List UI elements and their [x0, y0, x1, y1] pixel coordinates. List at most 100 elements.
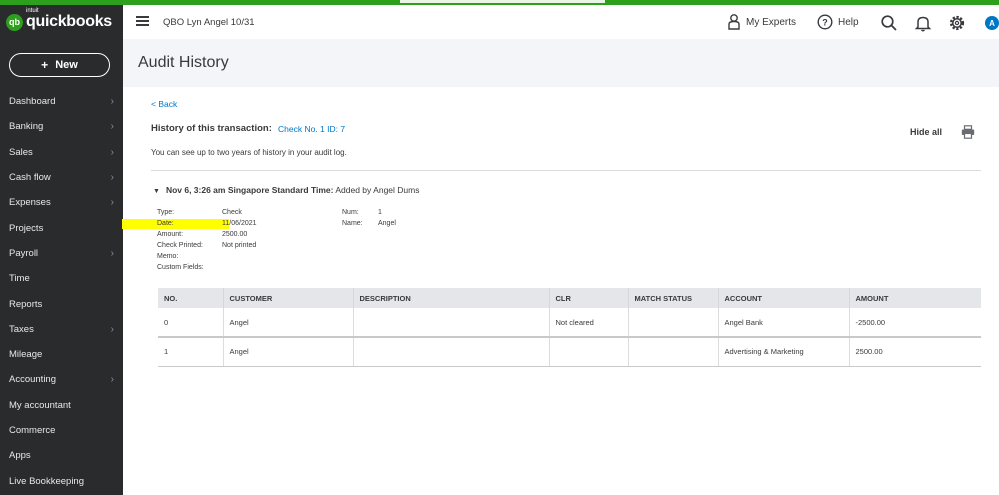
detail-value: Not printed [222, 242, 257, 249]
detail-value: 11/06/2021 [222, 220, 257, 227]
new-button[interactable]: + New [9, 53, 110, 77]
print-icon[interactable] [961, 125, 975, 139]
table-cell: Angel [222, 337, 353, 367]
sidebar-item-time[interactable]: Time [0, 266, 123, 291]
sidebar-item-banking[interactable]: Banking › [0, 114, 123, 139]
sidebar-item-label: Banking [9, 121, 44, 133]
sidebar-item-label: Dashboard [9, 96, 56, 108]
sidebar: qb intuit quickbooks + New Dashboard › Bank… [0, 5, 123, 495]
caret-down-icon: ▼ [153, 188, 160, 195]
column-header: CLR [548, 288, 628, 308]
sidebar-item-label: Expenses [9, 197, 51, 209]
sidebar-item-mileage[interactable]: Mileage [0, 342, 123, 367]
table-cell: Not cleared [548, 308, 628, 338]
table-cell [352, 308, 549, 338]
table-cell [627, 308, 718, 338]
experts-icon [728, 14, 740, 30]
table-cell: 1 [158, 337, 223, 367]
plus-icon: + [41, 58, 49, 72]
history-entry-toggle[interactable]: ▼ Nov 6, 3:26 am Singapore Standard Time:… [153, 185, 419, 195]
help-icon: ? [817, 14, 833, 30]
detail-label: Type: [157, 209, 175, 216]
column-header: CUSTOMER [222, 288, 353, 308]
sidebar-item-live-bookkeeping[interactable]: Live Bookkeeping [0, 468, 123, 493]
sidebar-item-payroll[interactable]: Payroll › [0, 241, 123, 266]
detail-label: Num: [342, 209, 359, 216]
sidebar-item-projects[interactable]: Projects [0, 215, 123, 240]
qb-logo-icon: qb [6, 13, 23, 31]
column-header: MATCH STATUS [627, 288, 718, 308]
sidebar-item-expenses[interactable]: Expenses › [0, 190, 123, 215]
entry-timestamp: Nov 6, 3:26 am Singapore Standard Time: [165, 185, 334, 195]
sidebar-item-apps[interactable]: Apps [0, 443, 123, 468]
detail-value: Angel [378, 220, 396, 227]
table-cell: -2500.00 [848, 308, 981, 338]
sidebar-item-reports[interactable]: Reports [0, 291, 123, 316]
page-title: Audit History [138, 54, 229, 71]
sidebar-item-taxes[interactable]: Taxes › [0, 317, 123, 342]
table-cell: 2500.00 [848, 337, 981, 367]
logo-text: intuit quickbooks [26, 8, 112, 31]
help-button[interactable]: ? Help [817, 14, 859, 30]
hide-all-link[interactable]: Hide all [910, 127, 942, 137]
chevron-right-icon: › [110, 172, 114, 184]
back-link[interactable]: < Back [151, 99, 177, 109]
sidebar-item-label: Time [9, 273, 30, 285]
chevron-right-icon: › [110, 247, 114, 259]
table-row: 1 Angel Advertising & Marketing 2500.00 [158, 337, 981, 367]
table-cell: 0 [158, 308, 223, 338]
sidebar-item-label: Taxes [9, 323, 34, 335]
sidebar-item-label: Mileage [9, 349, 43, 361]
sidebar-item-accounting[interactable]: Accounting › [0, 367, 123, 392]
sidebar-item-label: Accounting [9, 374, 57, 386]
chevron-right-icon: › [110, 146, 114, 158]
bell-icon[interactable] [914, 14, 932, 32]
detail-value: 2500.00 [222, 231, 248, 238]
search-icon[interactable] [880, 14, 898, 32]
transaction-lines-table: NO. CUSTOMER DESCRIPTION CLR MATCH STATUS ACC… [158, 288, 981, 367]
table-cell [548, 337, 628, 367]
sidebar-item-label: Cash flow [9, 172, 51, 184]
chevron-right-icon: › [110, 197, 114, 209]
detail-label: Memo: [157, 253, 179, 260]
sidebar-item-label: Reports [9, 298, 43, 310]
audit-log-note: You can see up to two years of history i… [151, 148, 347, 157]
sidebar-item-dashboard[interactable]: Dashboard › [0, 89, 123, 114]
table-cell [352, 337, 549, 367]
table-cell: Angel Bank [717, 308, 849, 338]
chevron-right-icon: › [110, 323, 114, 335]
table-cell: Angel [222, 308, 353, 338]
column-header: NO. [158, 288, 223, 308]
top-stripe-highlight [400, 0, 605, 3]
top-header: QBO Lyn Angel 10/31 My Experts ? Help A [123, 5, 999, 39]
my-experts-button[interactable]: My Experts [727, 14, 796, 30]
transaction-link[interactable]: Check No. 1 ID: 7 [278, 124, 345, 134]
sidebar-item-label: Sales [9, 146, 33, 158]
sidebar-item-label: Apps [9, 450, 31, 462]
detail-value: Check [222, 209, 242, 216]
column-header: ACCOUNT [717, 288, 849, 308]
chevron-right-icon: › [110, 121, 114, 133]
chevron-right-icon: › [110, 96, 114, 108]
hamburger-menu-icon[interactable] [136, 16, 149, 26]
user-avatar[interactable]: A [985, 16, 999, 30]
sidebar-item-label: Live Bookkeeping [9, 475, 84, 487]
sidebar-item-my-accountant[interactable]: My accountant [0, 393, 123, 418]
sidebar-nav: Dashboard › Banking › Sales › Cash flow › Expens… [0, 89, 123, 494]
sidebar-item-sales[interactable]: Sales › [0, 140, 123, 165]
sidebar-item-label: Payroll [9, 247, 39, 259]
my-experts-label: My Experts [746, 16, 797, 28]
company-name: QBO Lyn Angel 10/31 [163, 17, 255, 28]
chevron-right-icon: › [110, 374, 114, 386]
column-header: AMOUNT [848, 288, 981, 308]
sidebar-item-label: My accountant [9, 399, 71, 411]
audit-content: < Back History of this transaction: Chec… [122, 87, 999, 495]
new-button-label: New [55, 59, 78, 71]
column-header: DESCRIPTION [352, 288, 549, 308]
sidebar-item-cash-flow[interactable]: Cash flow › [0, 165, 123, 190]
detail-label: Check Printed: [157, 242, 203, 249]
quickbooks-logo[interactable]: qb intuit quickbooks [6, 8, 112, 31]
page-header: Audit History [123, 39, 999, 87]
gear-icon[interactable] [948, 14, 966, 32]
sidebar-item-commerce[interactable]: Commerce [0, 418, 123, 443]
